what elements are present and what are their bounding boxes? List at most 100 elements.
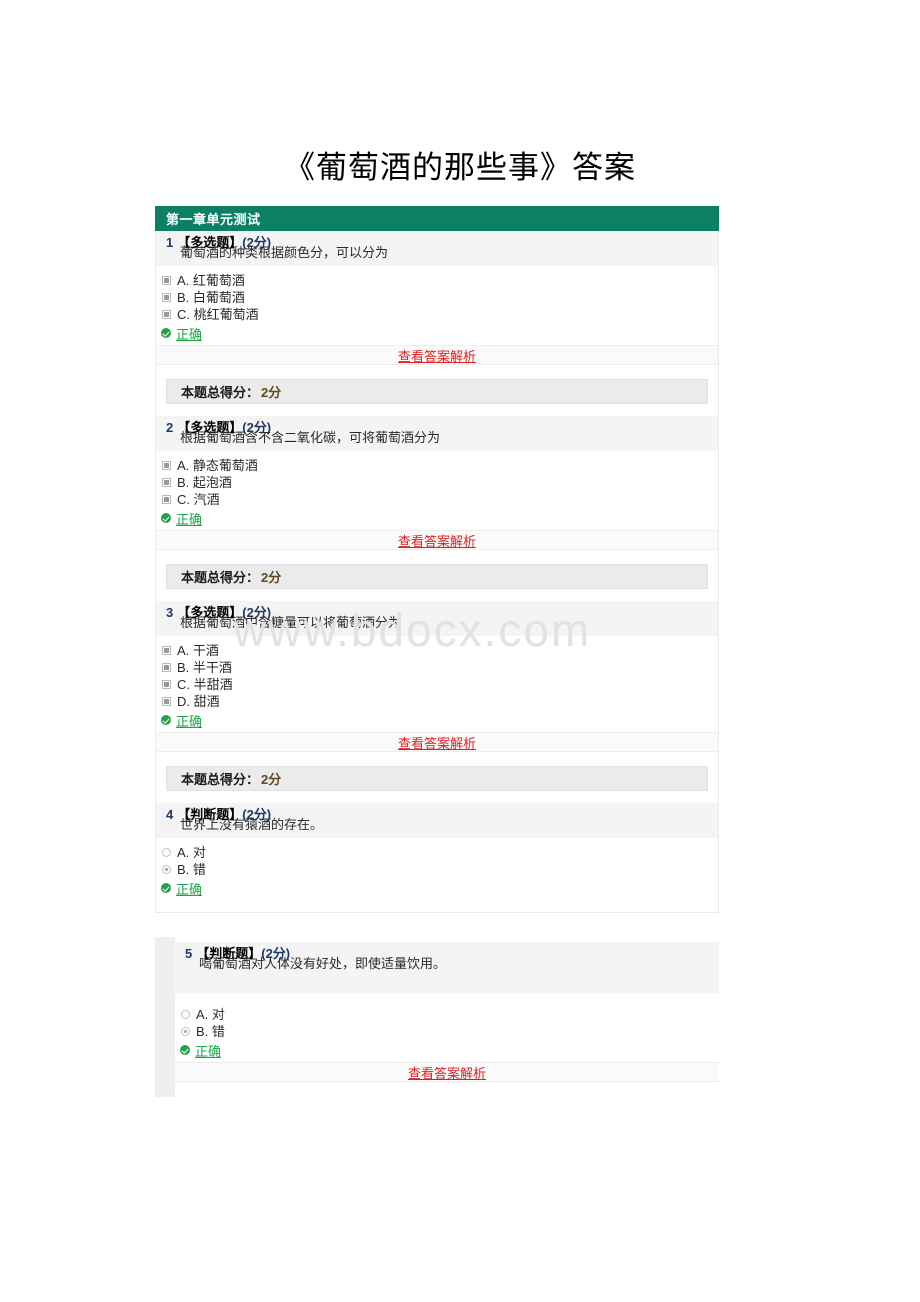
analysis-bar[interactable]: 查看答案解析 xyxy=(175,1062,719,1082)
result-status: 正确 xyxy=(156,711,718,729)
option-label: A. 干酒 xyxy=(177,643,219,658)
question-2: 2 【多选题】(2分) 根据葡萄酒含不含二氧化碳，可将葡萄酒分为 A. 静态葡萄酒… xyxy=(156,416,718,589)
analysis-bar[interactable]: 查看答案解析 xyxy=(156,345,718,365)
view-analysis-link[interactable]: 查看答案解析 xyxy=(398,346,476,365)
option-item[interactable]: B. 起泡酒 xyxy=(159,474,718,491)
option-list: A. 干酒 B. 半干酒 C. 半甜酒 D. 甜酒 xyxy=(156,636,718,710)
quiz-container-part-one: 1 【多选题】(2分) 葡萄酒的种类根据颜色分，可以分为 A. 红葡萄酒 B. 白… xyxy=(155,206,719,913)
option-item[interactable]: B. 错 xyxy=(178,1023,719,1040)
radio-icon[interactable] xyxy=(181,1010,190,1019)
question-score-bar: 本题总得分： 2分 xyxy=(166,766,708,791)
question-stem: 1 【多选题】(2分) 葡萄酒的种类根据颜色分，可以分为 xyxy=(156,231,718,266)
option-list: A. 对 B. 错 xyxy=(156,838,718,878)
question-stem: 3 【多选题】(2分) 根据葡萄酒中含糖量可以将葡萄酒分为 xyxy=(156,601,718,636)
question-number: 2 xyxy=(166,420,174,435)
quiz-container-part-two: 5 【判断题】(2分) 喝葡萄酒对人体没有好处，即使适量饮用。 A. 对 B. 错… xyxy=(155,937,719,1097)
option-label: A. 对 xyxy=(196,1007,225,1022)
option-item[interactable]: D. 甜酒 xyxy=(159,693,718,710)
checkbox-icon[interactable] xyxy=(162,680,171,689)
result-label: 正确 xyxy=(195,1043,222,1059)
option-label: B. 错 xyxy=(177,862,206,877)
result-status: 正确 xyxy=(156,509,718,527)
option-label: B. 起泡酒 xyxy=(177,475,232,490)
question-text: 喝葡萄酒对人体没有好处，即使适量饮用。 xyxy=(199,956,447,971)
option-item[interactable]: B. 半干酒 xyxy=(159,659,718,676)
question-3: 3 【多选题】(2分) 根据葡萄酒中含糖量可以将葡萄酒分为 A. 干酒 B. 半干… xyxy=(156,601,718,791)
question-number: 4 xyxy=(166,807,174,822)
check-circle-icon xyxy=(161,328,171,338)
question-text: 根据葡萄酒含不含二氧化碳，可将葡萄酒分为 xyxy=(180,430,441,445)
option-label: B. 白葡萄酒 xyxy=(177,290,245,305)
question-stem: 2 【多选题】(2分) 根据葡萄酒含不含二氧化碳，可将葡萄酒分为 xyxy=(156,416,718,451)
score-value: 2分 xyxy=(261,772,282,787)
left-gutter xyxy=(155,937,175,1097)
checkbox-icon[interactable] xyxy=(162,276,171,285)
checkbox-icon[interactable] xyxy=(162,663,171,672)
result-status: 正确 xyxy=(175,1041,719,1059)
option-item[interactable]: C. 桃红葡萄酒 xyxy=(159,306,718,323)
option-label: B. 错 xyxy=(196,1024,225,1039)
check-circle-icon xyxy=(161,715,171,725)
question-text: 世界上没有猿酒的存在。 xyxy=(180,817,324,832)
option-label: D. 甜酒 xyxy=(177,694,220,709)
radio-icon[interactable] xyxy=(162,848,171,857)
question-text: 根据葡萄酒中含糖量可以将葡萄酒分为 xyxy=(180,615,402,630)
checkbox-icon[interactable] xyxy=(162,461,171,470)
analysis-bar[interactable]: 查看答案解析 xyxy=(156,732,718,752)
question-number: 3 xyxy=(166,605,174,620)
option-list: A. 对 B. 错 xyxy=(175,993,719,1040)
view-analysis-link[interactable]: 查看答案解析 xyxy=(398,531,476,550)
checkbox-icon[interactable] xyxy=(162,495,171,504)
checkbox-icon[interactable] xyxy=(162,310,171,319)
checkbox-icon[interactable] xyxy=(162,293,171,302)
option-item[interactable]: A. 干酒 xyxy=(159,642,718,659)
question-number: 1 xyxy=(166,235,174,250)
result-label: 正确 xyxy=(176,881,203,897)
option-item[interactable]: C. 汽酒 xyxy=(159,491,718,508)
question-5: 5 【判断题】(2分) 喝葡萄酒对人体没有好处，即使适量饮用。 A. 对 B. 错… xyxy=(175,942,719,1082)
option-list: A. 红葡萄酒 B. 白葡萄酒 C. 桃红葡萄酒 xyxy=(156,266,718,323)
option-item[interactable]: C. 半甜酒 xyxy=(159,676,718,693)
option-item[interactable]: B. 白葡萄酒 xyxy=(159,289,718,306)
option-item[interactable]: A. 红葡萄酒 xyxy=(159,272,718,289)
quiz-body-part-two: 5 【判断题】(2分) 喝葡萄酒对人体没有好处，即使适量饮用。 A. 对 B. 错… xyxy=(175,942,719,1082)
analysis-bar[interactable]: 查看答案解析 xyxy=(156,530,718,550)
option-label: C. 半甜酒 xyxy=(177,677,233,692)
chapter-header: 第一章单元测试 xyxy=(155,206,719,231)
chapter-title: 第一章单元测试 xyxy=(166,212,261,227)
view-analysis-link[interactable]: 查看答案解析 xyxy=(398,733,476,752)
option-item[interactable]: A. 对 xyxy=(178,1006,719,1023)
page-title: 《葡萄酒的那些事》答案 xyxy=(284,150,636,185)
radio-icon[interactable] xyxy=(162,865,171,874)
question-number: 5 xyxy=(185,946,193,961)
checkbox-icon[interactable] xyxy=(162,646,171,655)
question-stem: 4 【判断题】(2分) 世界上没有猿酒的存在。 xyxy=(156,803,718,838)
option-label: A. 红葡萄酒 xyxy=(177,273,245,288)
option-label: A. 对 xyxy=(177,845,206,860)
view-analysis-link[interactable]: 查看答案解析 xyxy=(408,1063,486,1082)
result-label: 正确 xyxy=(176,713,203,729)
score-label: 本题总得分： xyxy=(181,570,260,585)
checkbox-icon[interactable] xyxy=(162,697,171,706)
radio-icon[interactable] xyxy=(181,1027,190,1036)
check-circle-icon xyxy=(161,513,171,523)
result-label: 正确 xyxy=(176,326,203,342)
quiz-body-part-one: 1 【多选题】(2分) 葡萄酒的种类根据颜色分，可以分为 A. 红葡萄酒 B. 白… xyxy=(156,206,718,897)
checkbox-icon[interactable] xyxy=(162,478,171,487)
question-stem: 5 【判断题】(2分) 喝葡萄酒对人体没有好处，即使适量饮用。 xyxy=(175,942,719,993)
score-value: 2分 xyxy=(261,570,282,585)
check-circle-icon xyxy=(161,883,171,893)
question-score-bar: 本题总得分： 2分 xyxy=(166,564,708,589)
option-label: A. 静态葡萄酒 xyxy=(177,458,258,473)
option-item[interactable]: A. 对 xyxy=(159,844,718,861)
question-1: 1 【多选题】(2分) 葡萄酒的种类根据颜色分，可以分为 A. 红葡萄酒 B. 白… xyxy=(156,231,718,404)
option-list: A. 静态葡萄酒 B. 起泡酒 C. 汽酒 xyxy=(156,451,718,508)
option-item[interactable]: A. 静态葡萄酒 xyxy=(159,457,718,474)
question-4: 4 【判断题】(2分) 世界上没有猿酒的存在。 A. 对 B. 错 正确 xyxy=(156,803,718,897)
option-item[interactable]: B. 错 xyxy=(159,861,718,878)
score-value: 2分 xyxy=(261,385,282,400)
option-label: C. 汽酒 xyxy=(177,492,220,507)
